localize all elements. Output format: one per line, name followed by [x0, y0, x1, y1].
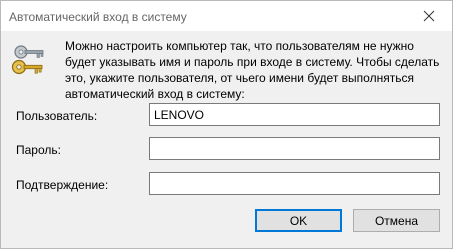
description-text: Можно настроить компьютер так, что польз…	[65, 39, 440, 101]
password-input[interactable]	[149, 137, 440, 160]
confirm-password-input[interactable]	[149, 172, 440, 195]
auto-logon-dialog: Автоматический вход в систему Можно наст	[0, 0, 453, 249]
keys-icon	[10, 43, 50, 79]
password-label: Пароль:	[16, 143, 61, 157]
user-label: Пользователь:	[16, 109, 98, 123]
window-title: Автоматический вход в систему	[9, 10, 187, 24]
user-name-input[interactable]	[149, 103, 440, 126]
close-icon	[423, 10, 435, 22]
cancel-button[interactable]: Отмена	[353, 209, 440, 232]
title-bar[interactable]: Автоматический вход в систему	[1, 1, 452, 31]
ok-button[interactable]: OK	[255, 209, 342, 232]
close-button[interactable]	[406, 1, 452, 31]
confirm-password-label: Подтверждение:	[16, 178, 109, 192]
